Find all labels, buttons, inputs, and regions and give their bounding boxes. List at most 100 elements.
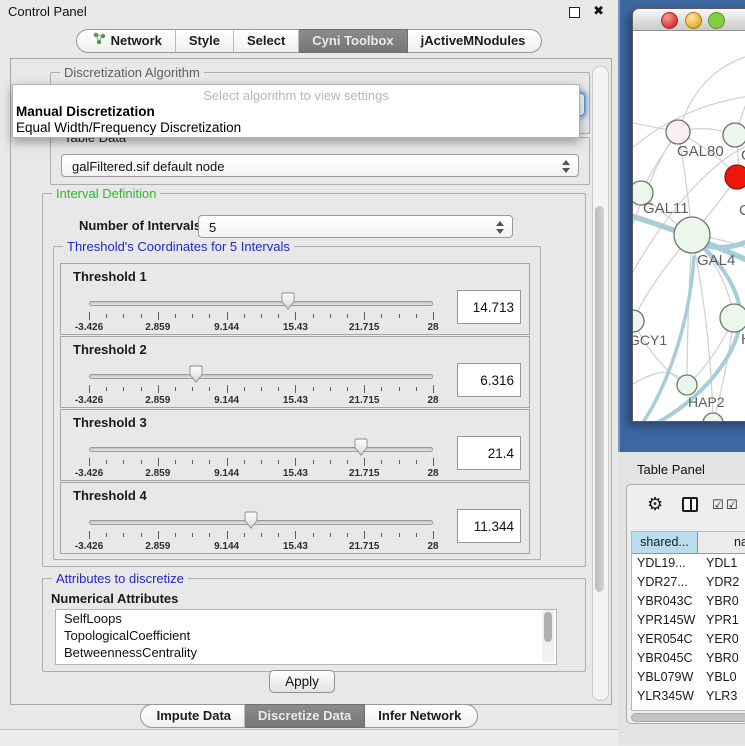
node-label: GAL80 [677, 143, 724, 160]
table-row[interactable]: YPR145WYPR1 [632, 611, 745, 630]
node-gal4[interactable] [674, 217, 710, 253]
node-label: GAL11 [643, 200, 689, 217]
threshold-slider[interactable]: -3.4262.8599.14415.4321.71528 [89, 363, 433, 407]
threshold-slider[interactable]: -3.4262.8599.14415.4321.71528 [89, 290, 433, 334]
scrollbar-thumb[interactable] [544, 612, 552, 642]
interval-definition-group: Interval Definition Number of Intervals … [42, 193, 586, 567]
node-top-right[interactable] [723, 123, 745, 147]
tick-label: 15.43 [283, 541, 308, 552]
tick-label: 21.715 [349, 322, 380, 333]
column-header-name[interactable]: na [698, 532, 745, 553]
threshold-value-input[interactable] [457, 509, 521, 543]
node-hap2[interactable] [677, 375, 697, 395]
attribute-item[interactable]: SelfLoops [56, 610, 556, 627]
gear-icon[interactable]: ⚙ [647, 494, 663, 515]
table-row[interactable]: YDL19...YDL1 [632, 554, 745, 573]
table-row[interactable]: YDR27...YDR2 [632, 573, 745, 592]
tick [192, 533, 193, 537]
slider-track[interactable] [89, 520, 433, 525]
network-canvas[interactable]: GAL80 G GAL11 C GAL4 GCY1 H HAP2 [633, 31, 745, 421]
table-cell: YPR1 [698, 611, 745, 630]
table-row[interactable]: YBL079WYBL0 [632, 668, 745, 687]
table-row[interactable]: YBR045CYBR0 [632, 649, 745, 668]
threshold-panel: Threshold 3 -3.4262.8599.14415.4321.7152… [60, 409, 530, 481]
table-data-combo-value: galFiltered.sif default node [72, 159, 224, 174]
node-label: H [741, 331, 745, 348]
attribute-item[interactable]: BetweennessCentrality [56, 644, 556, 661]
tab-select[interactable]: Select [234, 29, 299, 53]
table-row[interactable]: YBR043CYBR0 [632, 592, 745, 611]
table-row[interactable]: YIL052CYIL0 [632, 706, 745, 711]
mode-tab-discretize-data[interactable]: Discretize Data [245, 704, 365, 728]
algorithm-option[interactable]: Equal Width/Frequency Discretization [16, 120, 576, 136]
node-h[interactable] [720, 304, 745, 332]
threshold-value-input[interactable] [457, 290, 521, 324]
tab-jactivemnodules[interactable]: jActiveMNodules [408, 29, 543, 53]
tab-label: Impute Data [157, 705, 231, 727]
table-data-group: Table Data galFiltered.sif default node [50, 137, 590, 185]
algorithm-option[interactable]: Manual Discretization [16, 104, 576, 120]
tick [433, 531, 434, 539]
node-red-selected[interactable] [725, 165, 745, 189]
tab-label: Discretize Data [258, 705, 351, 727]
zoom-traffic-light[interactable] [708, 12, 725, 29]
tick [347, 460, 348, 464]
tick [416, 460, 417, 464]
scrollbar-thumb[interactable] [631, 713, 745, 722]
table-h-scrollbar[interactable] [631, 713, 745, 722]
attribute-item[interactable]: TopologicalCoefficient [56, 627, 556, 644]
attributes-list[interactable]: SelfLoopsTopologicalCoefficientBetweenne… [55, 609, 557, 665]
numerical-attributes-label: Numerical Attributes [51, 591, 178, 606]
slider-thumb[interactable] [354, 438, 368, 456]
table-cell: YBR043C [632, 592, 698, 611]
num-intervals-combo[interactable]: 5 [198, 215, 513, 238]
threshold-slider[interactable]: -3.4262.8599.14415.4321.71528 [89, 509, 433, 553]
table-data-combo[interactable]: galFiltered.sif default node [61, 154, 579, 177]
split-columns-icon[interactable] [682, 497, 698, 512]
float-window-icon[interactable] [569, 7, 580, 18]
tab-network[interactable]: Network [76, 29, 176, 53]
table-row[interactable]: YER054CYER0 [632, 630, 745, 649]
node-bottom[interactable] [703, 413, 723, 421]
tick [89, 531, 90, 539]
tab-style[interactable]: Style [176, 29, 234, 53]
checkbox-icon[interactable]: ☑ [712, 499, 724, 511]
mode-tab-impute-data[interactable]: Impute Data [140, 704, 245, 728]
slider-thumb[interactable] [244, 511, 258, 529]
table-cell: YBL0 [698, 668, 745, 687]
thresholds-group: Threshold's Coordinates for 5 Intervals … [53, 246, 541, 560]
node-gal80[interactable] [666, 120, 690, 144]
tick [347, 533, 348, 537]
slider-thumb[interactable] [281, 292, 295, 310]
slider-track[interactable] [89, 374, 433, 379]
slider-track[interactable] [89, 301, 433, 306]
slider-thumb[interactable] [189, 365, 203, 383]
tick-label: -3.426 [75, 322, 103, 333]
threshold-slider[interactable]: -3.4262.8599.14415.4321.71528 [89, 436, 433, 480]
close-icon[interactable]: ✖ [593, 3, 604, 19]
apply-button[interactable]: Apply [269, 670, 335, 693]
tick [381, 460, 382, 464]
table-row[interactable]: YLR345WYLR3 [632, 687, 745, 706]
tab-cyni-toolbox[interactable]: Cyni Toolbox [299, 29, 407, 53]
tab-label: Infer Network [378, 705, 461, 727]
column-header-shared-name[interactable]: shared... [632, 532, 698, 553]
attributes-list-scrollbar[interactable] [542, 610, 554, 662]
node-gcy1[interactable] [633, 310, 644, 332]
tick-label: 2.859 [145, 322, 170, 333]
table-cell: YDL19... [632, 554, 698, 573]
scrollbar-thumb[interactable] [595, 206, 604, 592]
panel-scrollbar[interactable] [592, 66, 609, 701]
slider-track[interactable] [89, 447, 433, 452]
threshold-value-input[interactable] [457, 436, 521, 470]
mode-tab-infer-network[interactable]: Infer Network [365, 704, 478, 728]
checkbox-icon[interactable]: ☑ [726, 499, 738, 511]
close-traffic-light[interactable] [661, 12, 678, 29]
tick [433, 458, 434, 466]
tick [123, 460, 124, 464]
minimize-traffic-light[interactable] [685, 12, 702, 29]
threshold-label: Threshold 2 [73, 342, 147, 357]
network-window-titlebar[interactable] [633, 9, 745, 31]
threshold-value-input[interactable] [457, 363, 521, 397]
tick [141, 387, 142, 391]
